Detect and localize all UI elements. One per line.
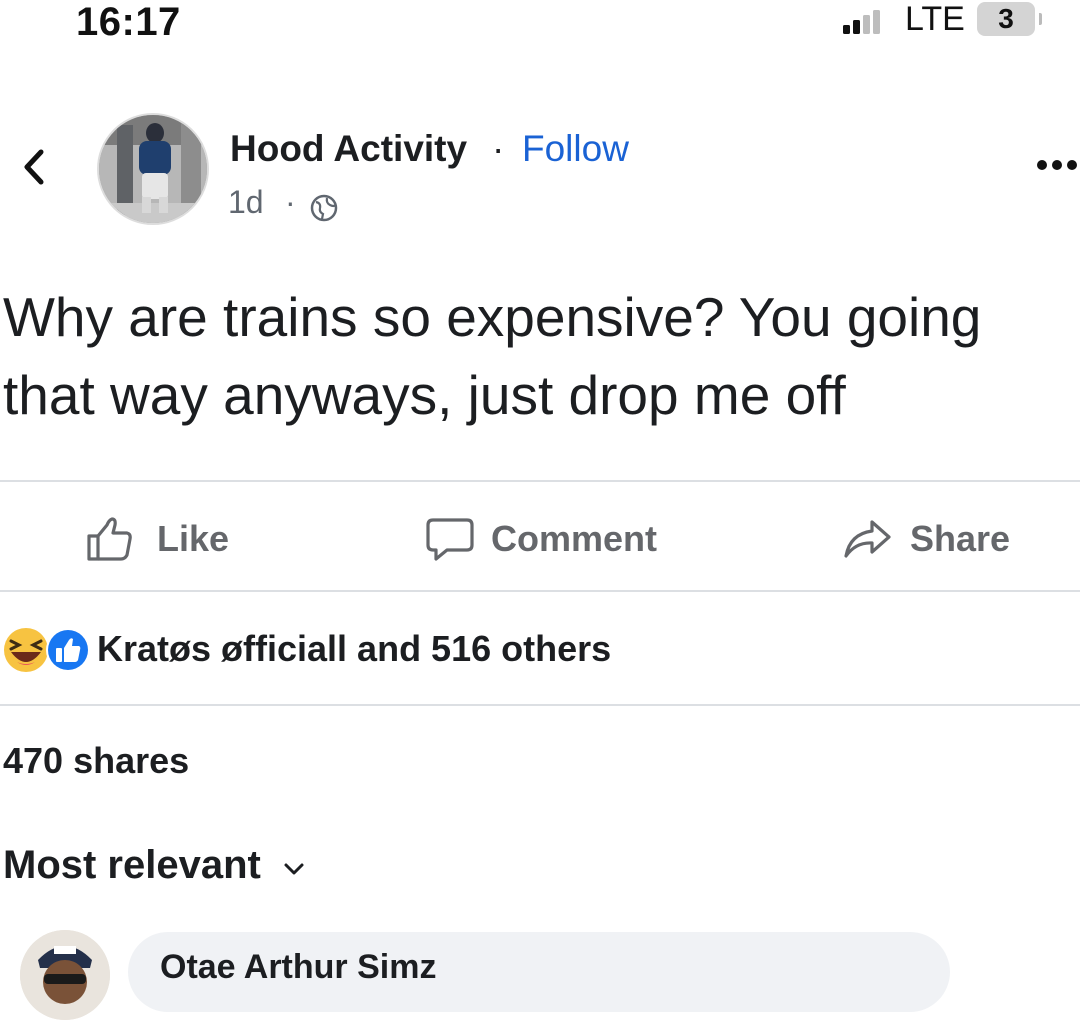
page-avatar[interactable]	[97, 113, 209, 225]
chevron-down-icon	[284, 863, 304, 874]
name-separator: ·	[492, 128, 505, 169]
share-button[interactable]: Share	[842, 508, 1010, 570]
follow-button[interactable]: Follow	[522, 128, 629, 170]
more-options-icon[interactable]	[1033, 150, 1080, 180]
like-label: Like	[157, 518, 230, 559]
network-type: LTE	[905, 0, 965, 38]
commenter-avatar[interactable]	[20, 930, 110, 1020]
battery-icon: 3	[977, 2, 1042, 36]
avatar-image	[20, 930, 110, 1020]
reaction-icons[interactable]	[2, 624, 92, 676]
divider	[0, 704, 1080, 706]
signal-strength-icon	[843, 10, 880, 34]
post-age[interactable]: 1d	[228, 184, 264, 221]
avatar-image	[99, 115, 207, 223]
thumbs-up-icon	[87, 517, 132, 561]
globe-icon	[310, 194, 338, 222]
divider	[0, 590, 1080, 592]
post-text: Why are trains so expensive? You going t…	[3, 286, 982, 426]
comment-author[interactable]: Otae Arthur Simz	[160, 948, 436, 987]
back-button[interactable]	[14, 142, 54, 192]
meta-separator: ·	[285, 184, 296, 220]
like-button[interactable]: Like	[85, 508, 229, 570]
comment-label: Comment	[491, 518, 658, 559]
status-time: 16:17	[76, 0, 181, 44]
chevron-left-icon	[24, 149, 44, 185]
laugh-reaction-icon	[4, 628, 48, 672]
page-name[interactable]: Hood Activity	[230, 128, 467, 170]
comment-sort-dropdown[interactable]: Most relevant	[3, 843, 305, 888]
battery-level: 3	[998, 3, 1014, 34]
shares-count[interactable]: 470 shares	[3, 740, 189, 782]
sort-label: Most relevant	[3, 843, 261, 887]
share-label: Share	[910, 518, 1011, 559]
reactions-summary[interactable]: Kratøs øfficiall and 516 others	[97, 628, 611, 670]
divider	[0, 480, 1080, 482]
share-icon	[844, 520, 891, 558]
like-reaction-icon	[46, 628, 90, 672]
comment-icon	[426, 518, 474, 561]
comment-button[interactable]: Comment	[425, 508, 657, 570]
